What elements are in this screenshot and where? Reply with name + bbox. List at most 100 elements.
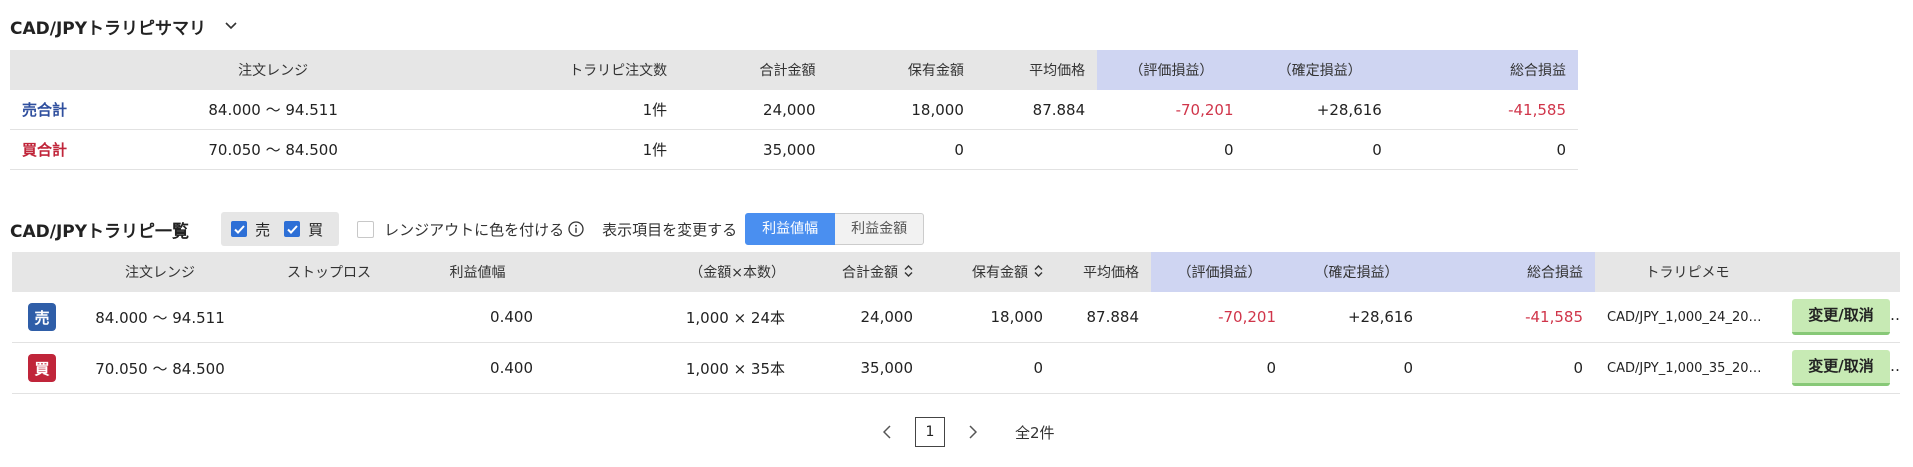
list-row-unrealized: -70,201 — [1151, 292, 1288, 343]
list-header-avg-price: 平均価格 — [1055, 252, 1151, 292]
list-header-total-amount-label: 合計金額 — [842, 265, 898, 281]
list-header-action — [1780, 252, 1900, 292]
list-toolbar: CAD/JPYトラリピ一覧 売 買 レンジアウトに色を付ける 表示項目を変更する… — [10, 212, 925, 246]
summary-row-realized: +28,616 — [1245, 90, 1394, 130]
chevron-down-icon[interactable] — [224, 19, 238, 33]
list-row-held-amount: 0 — [925, 342, 1055, 394]
list-header-total-pl: 総合損益 — [1425, 252, 1595, 292]
summary-header-unrealized: （評価損益） — [1097, 50, 1246, 90]
list-row-side: 買 — [12, 342, 72, 394]
summary-header-order-count: トラリピ注文数 — [406, 50, 680, 90]
list-header-total-amount[interactable]: 合計金額 — [797, 252, 925, 292]
check-icon — [231, 221, 248, 237]
summary-row-unrealized: -70,201 — [1097, 90, 1246, 130]
summary-row-order-count: 1件 — [406, 129, 680, 170]
summary-header-total-pl: 総合損益 — [1393, 50, 1578, 90]
display-toggle: 利益値幅 利益金額 — [745, 213, 925, 245]
list-row-stop-loss — [248, 292, 410, 343]
list-header-stop-loss: ストップロス — [248, 252, 410, 292]
info-icon[interactable] — [568, 221, 584, 237]
list-row-realized: 0 — [1288, 342, 1425, 394]
list-header-held-amount[interactable]: 保有金額 — [925, 252, 1055, 292]
total-count: 全2件 — [1015, 423, 1055, 442]
list-row-avg-price — [1055, 342, 1151, 394]
list-header-range: 注文レンジ — [72, 252, 248, 292]
list-row-amount-count: 1,000 × 24本 — [545, 292, 797, 343]
list-row: 売 84.000 〜 94.511 0.400 1,000 × 24本 24,0… — [12, 292, 1900, 343]
summary-row-total-amount: 35,000 — [679, 129, 828, 170]
change-display-link[interactable]: 表示項目を変更する — [602, 219, 737, 240]
summary-row-total-pl: 0 — [1393, 129, 1578, 170]
list-row: 買 70.050 〜 84.500 0.400 1,000 × 35本 35,0… — [12, 342, 1900, 394]
list-title: CAD/JPYトラリピ一覧 — [10, 221, 190, 242]
side-filter-group: 売 買 — [221, 212, 340, 246]
list-header-side — [12, 252, 72, 292]
summary-row-held-amount: 0 — [827, 129, 976, 170]
change-cancel-button[interactable]: 変更/取消 — [1792, 299, 1890, 335]
list-header-amount-count: （金額×本数） — [545, 252, 797, 292]
list-row-total-pl: -41,585 — [1425, 292, 1595, 343]
filter-sell-label: 売 — [255, 220, 271, 239]
list-header-row: 注文レンジ ストップロス 利益値幅 （金額×本数） 合計金額 保有金額 平均価格… — [12, 252, 1900, 292]
list-row-total-pl: 0 — [1425, 342, 1595, 394]
summary-title: CAD/JPYトラリピサマリ — [10, 18, 207, 39]
summary-row-label: 買合計 — [10, 129, 140, 170]
checkbox-empty-icon — [357, 220, 375, 238]
summary-row-total-amount: 24,000 — [679, 90, 828, 130]
list-header-memo: トラリピメモ — [1595, 252, 1780, 292]
summary-header: CAD/JPYトラリピサマリ — [10, 12, 238, 40]
summary-row-buy: 買合計 70.050 〜 84.500 1件 35,000 0 0 0 0 — [10, 129, 1578, 170]
list-row-profit-width: 0.400 — [410, 292, 545, 343]
summary-row-unrealized: 0 — [1097, 129, 1246, 170]
check-icon — [284, 221, 301, 237]
list-row-amount-count: 1,000 × 35本 — [545, 342, 797, 394]
list-row-stop-loss — [248, 342, 410, 394]
sell-badge: 売 — [28, 303, 56, 331]
sort-icon[interactable] — [1034, 265, 1043, 281]
filter-buy-checkbox[interactable]: 買 — [284, 219, 323, 240]
list-row-avg-price: 87.884 — [1055, 292, 1151, 343]
color-out-of-range-checkbox[interactable]: レンジアウトに色を付ける — [357, 219, 564, 240]
summary-row-avg-price: 87.884 — [975, 90, 1098, 130]
list-row-total-amount: 35,000 — [797, 342, 925, 394]
list-row-memo: CAD/JPY_1,000_35_20… — [1595, 342, 1780, 394]
list-header-profit-width: 利益値幅 — [410, 252, 545, 292]
list-row-range: 84.000 〜 94.511 — [72, 292, 248, 343]
list-row-total-amount: 24,000 — [797, 292, 925, 343]
buy-badge: 買 — [28, 354, 56, 382]
toggle-profit-width[interactable]: 利益値幅 — [745, 213, 836, 245]
filter-sell-checkbox[interactable]: 売 — [231, 219, 270, 240]
list-table: 注文レンジ ストップロス 利益値幅 （金額×本数） 合計金額 保有金額 平均価格… — [12, 252, 1900, 394]
summary-row-held-amount: 18,000 — [827, 90, 976, 130]
list-row-action: 変更/取消 — [1780, 342, 1900, 394]
summary-row-label: 売合計 — [10, 90, 140, 130]
list-row-range: 70.050 〜 84.500 — [72, 342, 248, 394]
summary-row-realized: 0 — [1245, 129, 1394, 170]
change-cancel-button[interactable]: 変更/取消 — [1792, 350, 1890, 386]
pagination: 1 全2件 — [875, 417, 1055, 447]
filter-buy-label: 買 — [308, 220, 324, 239]
list-row-realized: +28,616 — [1288, 292, 1425, 343]
summary-table: 注文レンジ トラリピ注文数 合計金額 保有金額 平均価格 （評価損益） （確定損… — [10, 50, 1578, 170]
list-row-side: 売 — [12, 292, 72, 343]
summary-row-range: 70.050 〜 84.500 — [139, 129, 407, 170]
summary-header-total-amount: 合計金額 — [679, 50, 828, 90]
page-1-button[interactable]: 1 — [915, 417, 945, 447]
summary-row-sell: 売合計 84.000 〜 94.511 1件 24,000 18,000 87.… — [10, 90, 1578, 130]
summary-row-range: 84.000 〜 94.511 — [139, 90, 407, 130]
summary-header-blank — [10, 50, 140, 90]
summary-row-total-pl: -41,585 — [1393, 90, 1578, 130]
summary-header-held-amount: 保有金額 — [827, 50, 976, 90]
chevron-right-icon[interactable] — [961, 420, 985, 444]
list-row-action: 変更/取消 — [1780, 292, 1900, 343]
sort-icon[interactable] — [904, 265, 913, 281]
chevron-left-icon[interactable] — [875, 420, 899, 444]
toggle-profit-amount[interactable]: 利益金額 — [835, 213, 925, 245]
summary-header-realized: （確定損益） — [1245, 50, 1394, 90]
list-row-profit-width: 0.400 — [410, 342, 545, 394]
color-out-of-range-label: レンジアウトに色を付ける — [384, 220, 565, 239]
list-header-held-amount-label: 保有金額 — [972, 265, 1028, 281]
summary-header-row: 注文レンジ トラリピ注文数 合計金額 保有金額 平均価格 （評価損益） （確定損… — [10, 50, 1578, 90]
list-header-realized: （確定損益） — [1288, 252, 1425, 292]
list-row-memo: CAD/JPY_1,000_24_20… — [1595, 292, 1780, 343]
